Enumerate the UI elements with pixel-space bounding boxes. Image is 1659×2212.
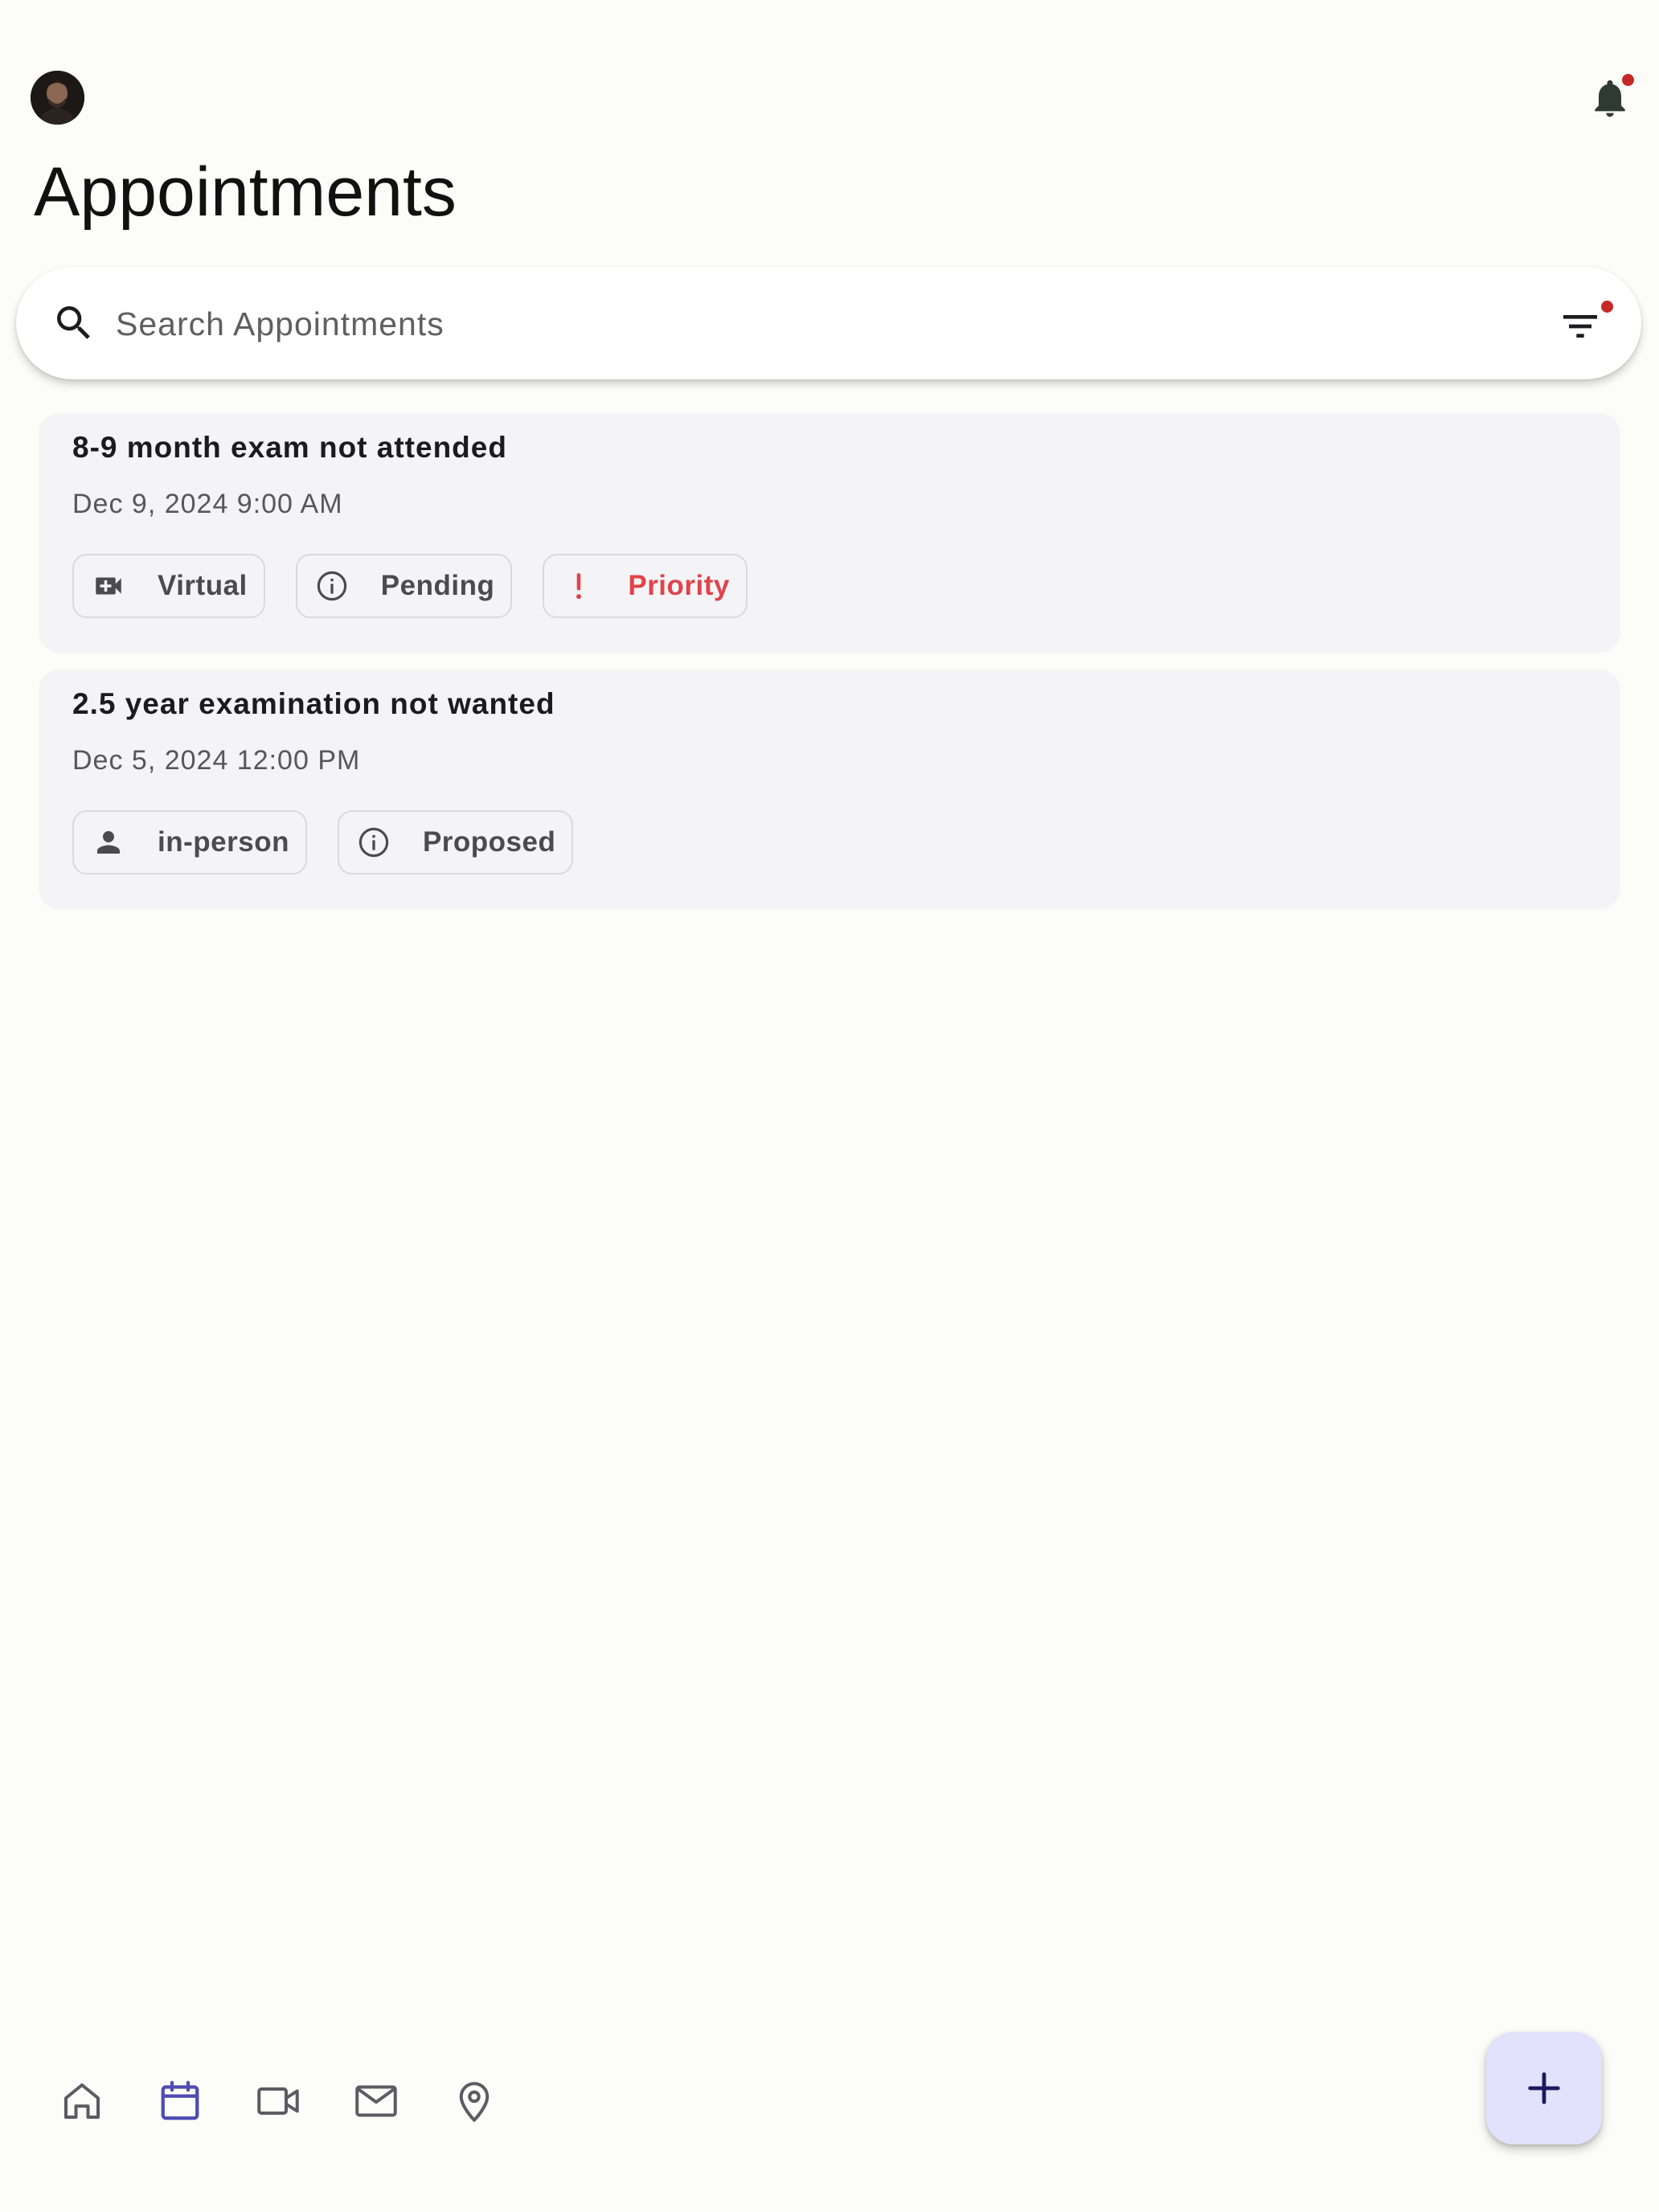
- appointment-datetime: Dec 5, 2024 12:00 PM: [72, 745, 361, 776]
- chip-priority[interactable]: Priority: [543, 554, 748, 618]
- notification-badge: [1622, 74, 1634, 86]
- info-icon: [317, 571, 346, 601]
- appointment-datetime: Dec 9, 2024 9:00 AM: [72, 489, 343, 519]
- user-avatar[interactable]: [31, 71, 84, 125]
- appointment-card[interactable]: 2.5 year examination not wanted Dec 5, 2…: [39, 670, 1620, 909]
- appointments-screen: Appointments 8-9 month exam not attended…: [0, 0, 1659, 2212]
- appointment-title: 8-9 month exam not attended: [72, 431, 507, 464]
- chip-row: Virtual Pending Priority: [72, 554, 748, 618]
- home-icon[interactable]: [58, 2077, 106, 2125]
- chip-proposed[interactable]: Proposed: [337, 810, 574, 875]
- chip-label: Proposed: [422, 826, 556, 858]
- filter-badge: [1601, 301, 1613, 313]
- search-bar[interactable]: [16, 267, 1641, 379]
- search-input[interactable]: [114, 297, 1484, 350]
- person-icon: [97, 831, 120, 854]
- video-icon[interactable]: [254, 2077, 302, 2125]
- video-camera-icon: [96, 577, 121, 595]
- chip-label: Virtual: [158, 570, 248, 601]
- page-title: Appointments: [34, 154, 457, 231]
- appointment-card[interactable]: 8-9 month exam not attended Dec 9, 2024 …: [39, 413, 1620, 653]
- calendar-icon[interactable]: [156, 2077, 204, 2125]
- location-pin-icon[interactable]: [450, 2077, 498, 2125]
- chip-in-person[interactable]: in-person: [72, 810, 307, 875]
- search-icon: [57, 306, 90, 339]
- chip-label: Priority: [628, 570, 730, 601]
- avatar-image: [31, 71, 84, 125]
- chip-label: Pending: [380, 570, 495, 601]
- appointment-title: 2.5 year examination not wanted: [72, 687, 555, 720]
- add-appointment-button[interactable]: [1486, 2032, 1602, 2144]
- chip-pending[interactable]: Pending: [295, 554, 513, 618]
- filter-icon[interactable]: [1556, 304, 1604, 349]
- mail-icon[interactable]: [352, 2077, 400, 2125]
- chip-label: in-person: [158, 826, 289, 858]
- exclamation-icon: [576, 573, 582, 600]
- chip-row: in-person Proposed: [72, 810, 574, 875]
- chip-virtual[interactable]: Virtual: [72, 554, 265, 618]
- info-icon: [358, 827, 389, 858]
- plus-icon: [1528, 2072, 1560, 2104]
